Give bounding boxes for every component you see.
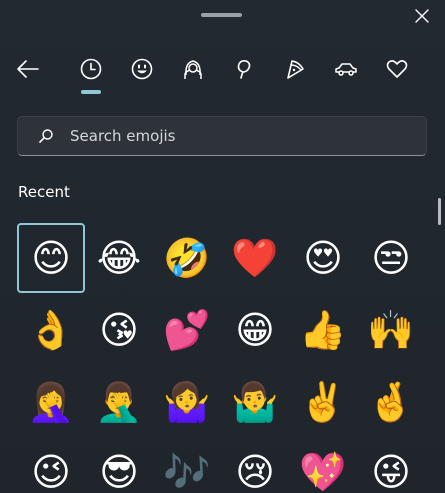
tab-symbols[interactable] [380, 52, 414, 86]
emoji-cell[interactable]: 😂 [85, 223, 153, 293]
emoji: 💖 [299, 450, 347, 493]
emoji-cell[interactable]: 🤷‍♀️ [153, 367, 221, 437]
emoji-cell[interactable]: 🙌 [357, 295, 425, 365]
emoji: ❤️ [231, 236, 279, 280]
search-icon [39, 129, 53, 143]
emoji-cell[interactable]: 😘 [85, 295, 153, 365]
emoji: 👍 [299, 308, 347, 352]
person-icon [184, 60, 202, 79]
emoji: 🙌 [367, 308, 415, 352]
search-box[interactable] [17, 116, 427, 156]
drag-handle[interactable] [201, 13, 242, 17]
clock-icon [80, 58, 102, 80]
emoji-cell[interactable]: 😒 [357, 223, 425, 293]
tab-people[interactable] [176, 52, 210, 86]
scrollbar-thumb[interactable] [438, 198, 441, 225]
tab-travel[interactable] [329, 52, 363, 86]
emoji: 😎 [99, 450, 139, 493]
emoji: 😜 [371, 450, 411, 493]
pizza-icon [287, 60, 304, 79]
emoji: 🤣 [163, 236, 211, 280]
emoji: 🤷‍♀️ [163, 380, 211, 424]
emoji-cell[interactable]: 🎶 [153, 437, 221, 493]
emoji: ✌️ [299, 380, 347, 424]
back-button[interactable] [11, 52, 45, 86]
emoji: 😁 [235, 308, 275, 352]
emoji-cell[interactable]: 😜 [357, 437, 425, 493]
emoji: 😒 [371, 236, 411, 280]
emoji-cell[interactable]: 😉 [17, 437, 85, 493]
emoji-cell[interactable]: 💖 [289, 437, 357, 493]
emoji-cell[interactable]: 😊 [17, 223, 85, 293]
search-input[interactable] [70, 117, 410, 155]
emoji: 😍 [303, 236, 343, 280]
tab-smileys[interactable] [125, 52, 159, 86]
back-arrow-icon [17, 60, 39, 78]
car-icon [335, 63, 357, 76]
emoji: 💕 [163, 308, 211, 352]
emoji-cell[interactable]: 💕 [153, 295, 221, 365]
emoji: 🤷‍♂️ [231, 380, 279, 424]
emoji-cell[interactable]: 🤷‍♂️ [221, 367, 289, 437]
emoji-cell[interactable]: 👌 [17, 295, 85, 365]
tab-nature[interactable] [227, 52, 261, 86]
heart-icon [386, 60, 408, 78]
emoji-panel: Recent 😊 😂 🤣 ❤️ 😍 😒 👌 😘 💕 😁 👍 🙌 🤦‍♀️ 🤦‍♂… [0, 0, 445, 493]
emoji-cell[interactable]: 😎 [85, 437, 153, 493]
emoji-cell[interactable]: 😢 [221, 437, 289, 493]
emoji-cell[interactable]: ✌️ [289, 367, 357, 437]
leaf-icon [237, 60, 251, 79]
emoji: 😘 [99, 308, 139, 352]
close-icon [415, 9, 429, 23]
emoji-cell[interactable]: ❤️ [221, 223, 289, 293]
selected-tab-indicator [81, 90, 101, 94]
tab-food[interactable] [278, 52, 312, 86]
tab-recent[interactable] [74, 52, 108, 86]
emoji-cell[interactable]: 👍 [289, 295, 357, 365]
emoji-cell[interactable]: 🤣 [153, 223, 221, 293]
emoji-cell[interactable]: 🤞 [357, 367, 425, 437]
emoji-cell[interactable]: 🤦‍♂️ [85, 367, 153, 437]
emoji: 😢 [235, 450, 275, 493]
emoji-cell[interactable]: 🤦‍♀️ [17, 367, 85, 437]
emoji: 😊 [31, 236, 71, 280]
emoji: 🤦‍♀️ [27, 380, 75, 424]
emoji: 🤦‍♂️ [95, 380, 143, 424]
section-title: Recent [18, 183, 70, 201]
emoji: 👌 [27, 308, 75, 352]
smiley-icon [131, 58, 153, 80]
category-tabbar [0, 52, 445, 94]
emoji: 🎶 [163, 450, 211, 493]
emoji: 😉 [31, 450, 71, 493]
emoji-cell[interactable]: 😁 [221, 295, 289, 365]
close-button[interactable] [408, 4, 436, 28]
emoji: 🤞 [367, 380, 415, 424]
emoji: 😂 [96, 236, 142, 280]
emoji-cell[interactable]: 😍 [289, 223, 357, 293]
